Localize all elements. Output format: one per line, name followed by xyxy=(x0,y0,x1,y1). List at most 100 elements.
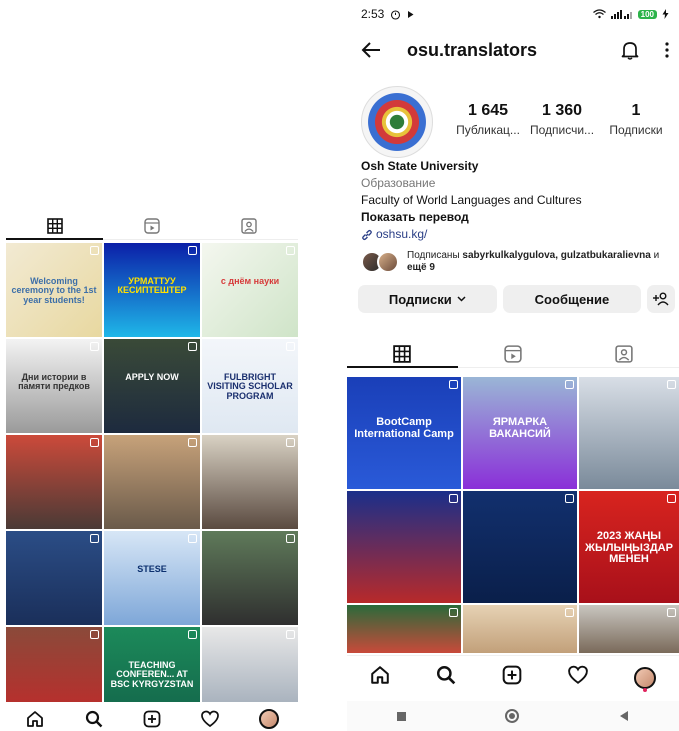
suggest-people-button[interactable] xyxy=(647,285,676,313)
post-thumbnail[interactable] xyxy=(463,605,577,653)
post-thumbnail[interactable] xyxy=(347,605,461,653)
bio-website-link[interactable]: oshsu.kg/ xyxy=(361,226,673,243)
bell-icon[interactable] xyxy=(621,40,639,60)
post-caption: ЯРМАРКА ВАКАНСИЙ xyxy=(489,416,551,440)
tab-reels[interactable] xyxy=(458,340,569,367)
tab-tagged[interactable] xyxy=(568,340,679,367)
followed-names: sabyrkulkalygulova, gulzatbukaralievna xyxy=(462,250,651,261)
nav-activity[interactable] xyxy=(195,704,225,731)
search-icon xyxy=(85,710,102,728)
play-notification-icon xyxy=(408,10,414,18)
post-caption: BootCamp International Camp xyxy=(354,416,454,440)
multi-photo-icon xyxy=(188,246,197,255)
back-arrow-icon[interactable] xyxy=(361,42,381,58)
followed-suffix: и xyxy=(650,250,660,261)
post-thumbnail[interactable]: FULBRIGHT VISITING SCHOLAR PROGRAM xyxy=(202,339,298,433)
profile-stats: 1 645 Публикац... 1 360 Подписчи... 1 По… xyxy=(451,102,673,137)
post-thumbnail[interactable]: APPLY NOW xyxy=(104,339,200,433)
post-thumbnail[interactable] xyxy=(6,531,102,625)
charging-icon xyxy=(662,9,669,19)
home-button[interactable] xyxy=(505,709,520,723)
nav-create[interactable] xyxy=(502,665,522,690)
multi-photo-icon xyxy=(90,342,99,351)
post-thumbnail[interactable] xyxy=(579,377,679,489)
heart-icon xyxy=(201,710,220,728)
nav-search[interactable] xyxy=(436,665,456,690)
post-caption: Дни истории в памяти предков xyxy=(18,371,90,392)
post-thumbnail[interactable] xyxy=(202,435,298,529)
nav-home[interactable] xyxy=(20,704,50,731)
post-thumbnail[interactable] xyxy=(347,491,461,603)
multi-photo-icon xyxy=(90,438,99,447)
multi-photo-icon xyxy=(565,380,574,389)
post-thumbnail[interactable] xyxy=(6,435,102,529)
post-thumbnail[interactable]: Welcoming ceremony to the 1st year stude… xyxy=(6,243,102,337)
post-caption: Welcoming ceremony to the 1st year stude… xyxy=(11,275,97,305)
post-thumbnail[interactable] xyxy=(579,605,679,653)
post-caption: УРМАТТУУ КЕСИПТЕШТЕР xyxy=(117,275,187,296)
nav-home[interactable] xyxy=(370,665,390,690)
message-button[interactable]: Сообщение xyxy=(502,285,642,313)
profile-tabs-right xyxy=(347,340,679,368)
back-button-icon[interactable] xyxy=(619,710,629,722)
following-button[interactable]: Подписки xyxy=(358,285,497,313)
post-caption: с днём науки xyxy=(220,275,280,286)
stat-posts-value: 1 645 xyxy=(467,102,509,119)
search-icon xyxy=(437,666,456,685)
tagged-person-icon xyxy=(241,217,258,234)
nav-create[interactable] xyxy=(137,704,167,731)
tab-posts-grid[interactable] xyxy=(6,212,104,240)
post-caption: APPLY NOW xyxy=(125,371,179,382)
post-thumbnail[interactable]: STESE xyxy=(104,531,200,625)
bio-link-text: oshsu.kg/ xyxy=(376,227,428,241)
post-thumbnail[interactable]: 2023 ЖАҢЫ ЖЫЛЫҢЫЗДАР МЕНЕН xyxy=(579,491,679,603)
tab-posts-grid[interactable] xyxy=(347,340,458,368)
recent-apps-button[interactable] xyxy=(396,711,406,721)
bio-description: Faculty of World Languages and Cultures xyxy=(361,193,582,207)
multi-photo-icon xyxy=(286,630,295,639)
multi-photo-icon xyxy=(286,246,295,255)
posts-grid: Welcoming ceremony to the 1st year stude… xyxy=(6,243,298,721)
tab-tagged[interactable] xyxy=(201,212,298,239)
grid-icon xyxy=(46,217,63,234)
profile-username: osu.translators xyxy=(407,39,538,60)
posts-grid: BootCamp International Camp ЯРМАРКА ВАКАН… xyxy=(347,377,679,653)
stat-followers[interactable]: 1 360 Подписчи... xyxy=(525,102,599,137)
grid-icon xyxy=(393,344,412,363)
post-thumbnail[interactable]: BootCamp International Camp xyxy=(347,377,461,489)
stat-followers-value: 1 360 xyxy=(541,102,583,119)
following-button-label: Подписки xyxy=(388,291,452,307)
home-icon xyxy=(371,666,389,684)
profile-picture[interactable] xyxy=(361,86,433,158)
post-thumbnail[interactable] xyxy=(202,531,298,625)
profile-actions: Подписки Сообщение xyxy=(358,285,676,313)
nav-activity[interactable] xyxy=(568,665,588,690)
post-thumbnail[interactable] xyxy=(104,435,200,529)
tab-reels[interactable] xyxy=(103,212,200,239)
post-thumbnail[interactable]: с днём науки xyxy=(202,243,298,337)
multi-photo-icon xyxy=(188,534,197,543)
post-caption: 2023 ЖАҢЫ ЖЫЛЫҢЫЗДАР МЕНЕН xyxy=(585,530,673,566)
post-thumbnail[interactable]: УРМАТТУУ КЕСИПТЕШТЕР xyxy=(104,243,200,337)
link-icon xyxy=(362,229,372,240)
system-nav-bar xyxy=(347,701,679,731)
multi-photo-icon xyxy=(565,608,574,617)
post-thumbnail[interactable]: Дни истории в памяти предков xyxy=(6,339,102,433)
wifi-icon xyxy=(592,9,606,19)
show-translation-link[interactable]: Показать перевод xyxy=(361,209,673,226)
bottom-nav xyxy=(347,655,679,699)
post-thumbnail[interactable] xyxy=(463,491,577,603)
stat-following[interactable]: 1 Подписки xyxy=(599,102,673,137)
nav-search[interactable] xyxy=(79,704,109,731)
nav-profile[interactable] xyxy=(634,666,656,692)
more-options-icon[interactable] xyxy=(665,42,669,58)
followed-by[interactable]: Подписаны sabyrkulkalygulova, gulzatbuka… xyxy=(361,250,675,274)
profile-bio: Osh State University Образование Faculty… xyxy=(361,158,673,243)
multi-photo-icon xyxy=(286,438,295,447)
nav-profile[interactable] xyxy=(254,704,284,731)
followed-more: ещё 9 xyxy=(407,262,435,273)
post-caption: TEACHING CONFEREN... AT BSC KYRGYZSTAN xyxy=(110,659,194,689)
post-thumbnail[interactable]: ЯРМАРКА ВАКАНСИЙ xyxy=(463,377,577,489)
bottom-nav xyxy=(6,702,298,731)
stat-posts[interactable]: 1 645 Публикац... xyxy=(451,102,525,137)
